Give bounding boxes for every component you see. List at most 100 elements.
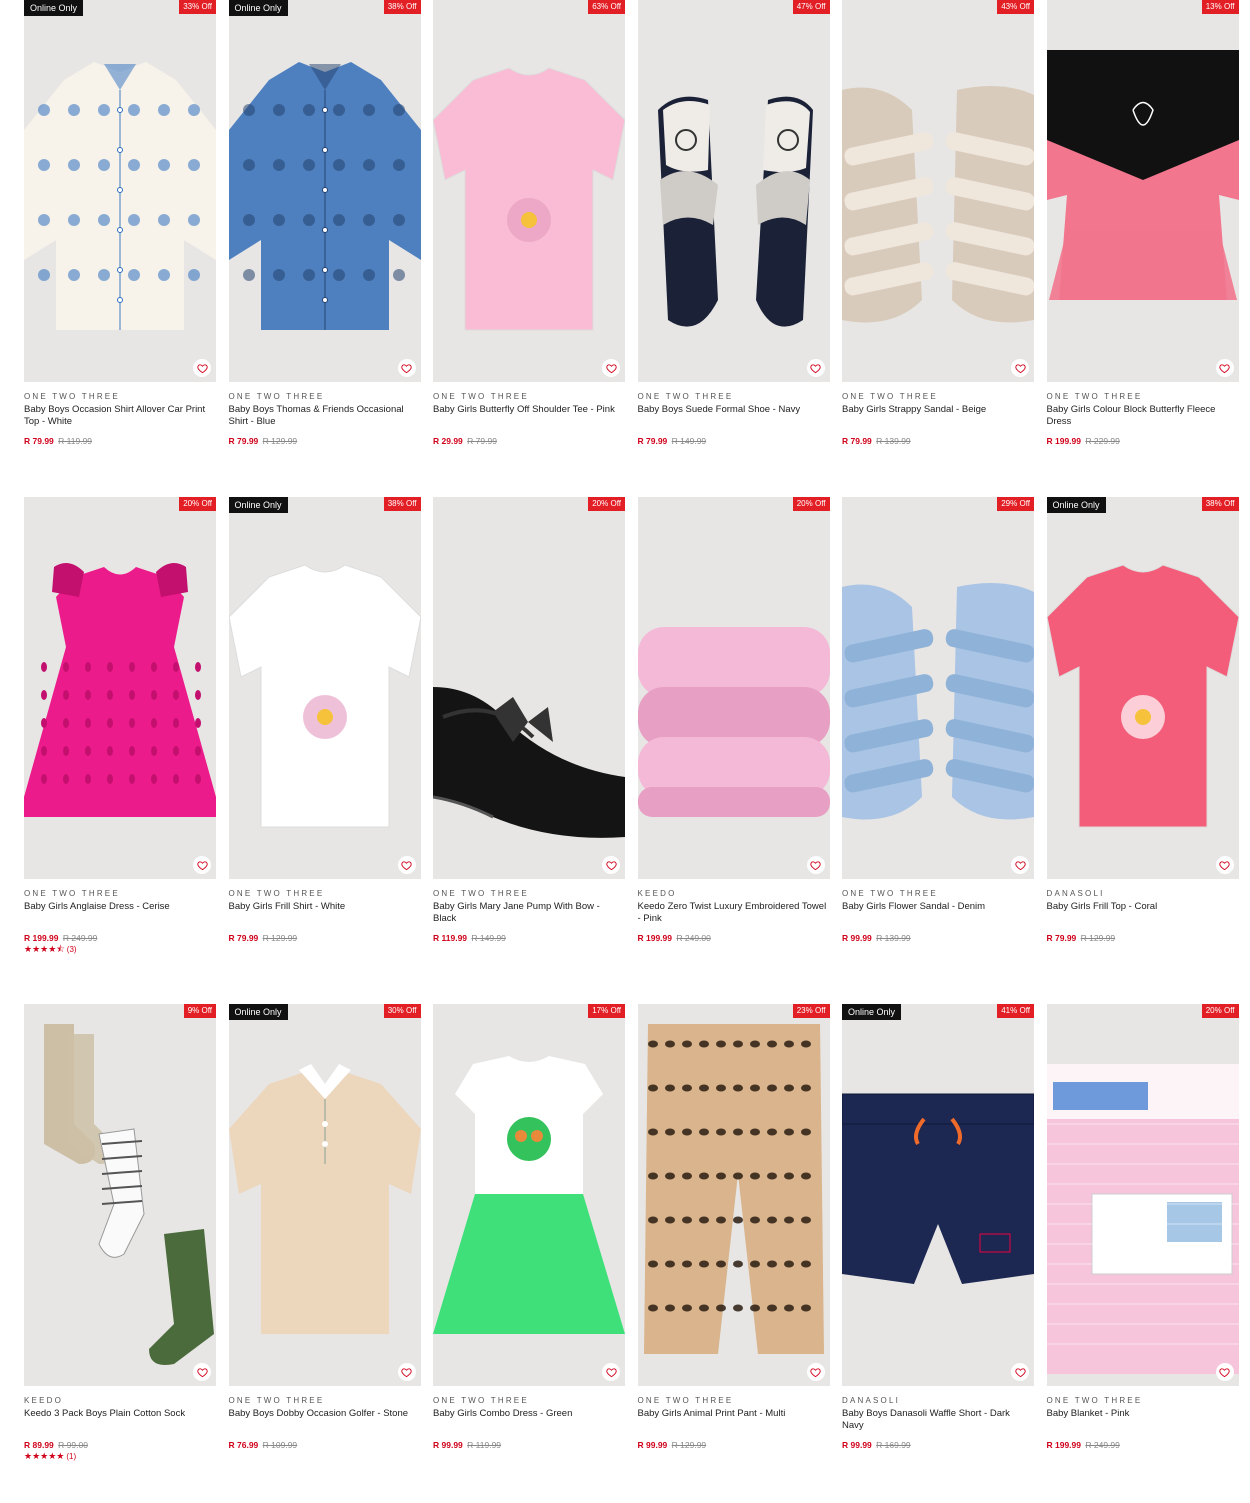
product-photo[interactable] xyxy=(433,0,625,382)
product-photo[interactable] xyxy=(228,0,421,382)
product-name[interactable]: Baby Girls Frill Shirt - White xyxy=(229,901,421,925)
product-name[interactable]: Baby Boys Suede Formal Shoe - Navy xyxy=(638,404,830,428)
product-name[interactable]: Baby Girls Butterfly Off Shoulder Tee - … xyxy=(433,404,625,428)
wishlist-button[interactable] xyxy=(397,1363,416,1381)
product-name[interactable]: Baby Boys Thomas & Friends Occasional Sh… xyxy=(229,404,421,428)
product-card[interactable]: 23% Off ONE TWO THREE Baby Girls Animal Pr… xyxy=(637,1004,830,1450)
product-card[interactable]: 47% Off ONE TWO THREE Baby Boys Suede Form… xyxy=(637,0,830,446)
product-image[interactable]: 20% Off xyxy=(433,497,625,879)
product-name[interactable]: Baby Boys Occasion Shirt Allover Car Pri… xyxy=(24,404,216,428)
product-card[interactable]: 13% Off ONE TWO THREE Baby Girls Colour Bl… xyxy=(1046,0,1239,446)
wishlist-button[interactable] xyxy=(1011,856,1029,874)
product-card[interactable]: 9% Off KEEDO Keedo 3 Pack Boys Plain Cotto… xyxy=(24,1004,216,1462)
product-image[interactable]: 23% Off xyxy=(637,1004,830,1386)
original-price: R 79.99 xyxy=(467,436,497,446)
wishlist-button[interactable] xyxy=(1215,1363,1234,1381)
product-image[interactable]: 20% Off xyxy=(1046,1004,1239,1386)
product-name[interactable]: Baby Boys Dobby Occasion Golfer - Stone xyxy=(229,1408,421,1432)
product-photo[interactable] xyxy=(842,497,1034,879)
discount-badge: 38% Off xyxy=(1201,497,1239,511)
wishlist-button[interactable] xyxy=(602,1363,620,1381)
product-card[interactable]: Online Only 38% Off ONE TWO THREE Baby Girl… xyxy=(228,497,421,943)
product-image[interactable]: Online Only 41% Off xyxy=(842,1004,1034,1386)
product-card[interactable]: 20% Off ONE TWO THREE Baby Blanket - Pink R… xyxy=(1046,1004,1239,1450)
product-name[interactable]: Keedo 3 Pack Boys Plain Cotton Sock xyxy=(24,1408,216,1432)
product-image[interactable]: Online Only 33% Off xyxy=(24,0,216,382)
wishlist-button[interactable] xyxy=(602,359,620,377)
product-photo[interactable] xyxy=(1046,1004,1239,1386)
product-image[interactable]: Online Only 38% Off xyxy=(228,0,421,382)
wishlist-button[interactable] xyxy=(397,359,416,377)
wishlist-button[interactable] xyxy=(193,856,211,874)
product-photo[interactable] xyxy=(637,497,830,879)
wishlist-button[interactable] xyxy=(1215,856,1234,874)
product-photo[interactable] xyxy=(1046,0,1239,382)
product-photo[interactable] xyxy=(842,1004,1034,1386)
product-image[interactable]: 20% Off xyxy=(637,497,830,879)
product-image[interactable]: 20% Off xyxy=(24,497,216,879)
product-photo[interactable] xyxy=(433,497,625,879)
product-image[interactable]: Online Only 30% Off xyxy=(228,1004,421,1386)
product-name[interactable]: Baby Girls Frill Top - Coral xyxy=(1047,901,1239,925)
product-image[interactable]: Online Only 38% Off xyxy=(1046,497,1239,879)
product-card[interactable]: 63% Off ONE TWO THREE Baby Girls Butterfly… xyxy=(433,0,625,446)
product-price: R 99.99 R 169.99 xyxy=(842,1440,1034,1450)
product-rating[interactable]: ★★★★⯪ (3) xyxy=(24,944,216,955)
current-price: R 79.99 xyxy=(228,436,259,446)
product-image[interactable]: 43% Off xyxy=(842,0,1034,382)
product-name[interactable]: Baby Girls Flower Sandal - Denim xyxy=(842,901,1034,925)
product-card[interactable]: 20% Off ONE TWO THREE Baby Girls Anglaise … xyxy=(24,497,216,955)
product-brand: ONE TWO THREE xyxy=(228,889,325,898)
product-photo[interactable] xyxy=(24,497,216,879)
product-photo[interactable] xyxy=(228,1004,421,1386)
product-photo[interactable] xyxy=(638,0,830,382)
product-image[interactable]: 17% Off xyxy=(433,1004,625,1386)
product-card[interactable]: 29% Off ONE TWO THREE Baby Girls Flower Sa… xyxy=(842,497,1034,943)
product-image[interactable]: 13% Off xyxy=(1046,0,1239,382)
product-image[interactable]: 63% Off xyxy=(433,0,625,382)
product-name[interactable]: Baby Girls Anglaise Dress - Cerise xyxy=(24,901,216,925)
product-name[interactable]: Baby Girls Combo Dress - Green xyxy=(433,1408,625,1432)
wishlist-button[interactable] xyxy=(602,856,620,874)
product-photo[interactable] xyxy=(638,1004,830,1386)
product-rating[interactable]: ★★★★★ (1) xyxy=(24,1451,216,1462)
wishlist-button[interactable] xyxy=(1011,359,1029,377)
product-name[interactable]: Baby Boys Danasoli Waffle Short - Dark N… xyxy=(842,1408,1034,1432)
wishlist-button[interactable] xyxy=(1011,1363,1029,1381)
wishlist-button[interactable] xyxy=(193,359,211,377)
product-photo[interactable] xyxy=(1046,497,1239,879)
wishlist-button[interactable] xyxy=(397,856,416,874)
product-card[interactable]: Online Only 38% Off DANASOLI Baby Girls Fri… xyxy=(1046,497,1239,943)
product-image[interactable]: 29% Off xyxy=(842,497,1034,879)
product-card[interactable]: Online Only 33% Off ONE TWO THREE Baby Boys… xyxy=(24,0,216,446)
product-image[interactable]: Online Only 38% Off xyxy=(228,497,421,879)
product-price: R 29.99 R 79.99 xyxy=(433,436,625,446)
product-name[interactable]: Keedo Zero Twist Luxury Embroidered Towe… xyxy=(638,901,830,925)
original-price: R 129.99 xyxy=(262,436,298,446)
original-price: R 249.99 xyxy=(62,933,98,943)
wishlist-button[interactable] xyxy=(1215,359,1234,377)
wishlist-button[interactable] xyxy=(193,1363,211,1381)
wishlist-button[interactable] xyxy=(806,856,825,874)
product-name[interactable]: Baby Girls Colour Block Butterfly Fleece… xyxy=(1047,404,1239,428)
product-name[interactable]: Baby Girls Strappy Sandal - Beige xyxy=(842,404,1034,428)
product-card[interactable]: Online Only 30% Off ONE TWO THREE Baby Boys… xyxy=(228,1004,421,1450)
product-card[interactable]: 20% Off KEEDO Keedo Zero Twist Luxury Embr… xyxy=(637,497,830,943)
product-card[interactable]: 43% Off ONE TWO THREE Baby Girls Strappy S… xyxy=(842,0,1034,446)
wishlist-button[interactable] xyxy=(806,359,825,377)
product-photo[interactable] xyxy=(842,0,1034,382)
product-name[interactable]: Baby Girls Mary Jane Pump With Bow - Bla… xyxy=(433,901,625,925)
product-card[interactable]: Online Only 41% Off DANASOLI Baby Boys Dana… xyxy=(842,1004,1034,1450)
product-photo[interactable] xyxy=(24,1004,216,1386)
product-card[interactable]: 17% Off ONE TWO THREE Baby Girls Combo Dre… xyxy=(433,1004,625,1450)
wishlist-button[interactable] xyxy=(806,1363,825,1381)
product-name[interactable]: Baby Blanket - Pink xyxy=(1047,1408,1239,1432)
product-photo[interactable] xyxy=(433,1004,625,1386)
product-photo[interactable] xyxy=(228,497,421,879)
product-card[interactable]: 20% Off ONE TWO THREE Baby Girls Mary Jane… xyxy=(433,497,625,943)
product-photo[interactable] xyxy=(24,0,216,382)
product-image[interactable]: 9% Off xyxy=(24,1004,216,1386)
product-image[interactable]: 47% Off xyxy=(637,0,830,382)
product-name[interactable]: Baby Girls Animal Print Pant - Multi xyxy=(638,1408,830,1432)
product-card[interactable]: Online Only 38% Off ONE TWO THREE Baby Boys… xyxy=(228,0,421,446)
